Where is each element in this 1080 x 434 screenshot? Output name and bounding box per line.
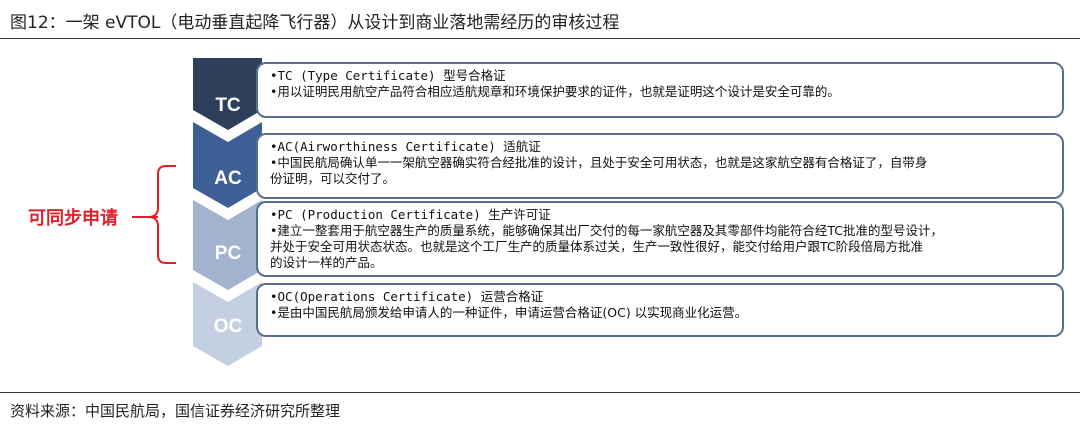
- pc-label: PC: [214, 243, 242, 264]
- sync-dash: [132, 216, 158, 218]
- tc-label: TC: [215, 95, 241, 116]
- pc-heading: •PC (Production Certificate) 生产许可证: [270, 207, 551, 222]
- oc-label: OC: [213, 316, 243, 337]
- tc-heading: •TC (Type Certificate) 型号合格证: [270, 68, 506, 83]
- tc-chevron: [193, 58, 262, 130]
- source-note: 资料来源：中国民航局，国信证券经济研究所整理: [10, 402, 341, 420]
- ac-label: AC: [214, 168, 242, 189]
- tc-box: •TC (Type Certificate) 型号合格证 •用以证明民用航空产品…: [256, 62, 1064, 118]
- ac-heading: •AC(Airworthiness Certificate) 适航证: [270, 139, 541, 154]
- pc-desc-2: 并处于安全可用状态状态。也就是这个工厂生产的质量体系过关，生产一致性很好，能交付…: [270, 239, 924, 254]
- footer-rule: [0, 392, 1080, 393]
- tc-desc-1: •用以证明民用航空产品符合相应适航规章和环境保护要求的证件，也就是证明这个设计是…: [270, 84, 840, 99]
- pc-desc-1: •建立一整套用于航空器生产的质量系统，能够确保其出厂交付的每一家航空器及其零部件…: [270, 223, 944, 238]
- oc-desc-1: •是由中国民航局颁发给申请人的一种证件，申请运营合格证(OC) 以实现商业化运营…: [270, 305, 748, 320]
- pc-box: •PC (Production Certificate) 生产许可证 •建立一整…: [256, 201, 1064, 277]
- sync-label: 可同步申请: [28, 208, 118, 229]
- ac-desc-2: 份证明，可以交付了。: [270, 171, 396, 186]
- pc-desc-3: 的设计一样的产品。: [270, 255, 383, 270]
- oc-box: •OC(Operations Certificate) 运营合格证 •是由中国民…: [256, 283, 1064, 337]
- ac-desc-1: •中国民航局确认单一一架航空器确实符合经批准的设计，且处于安全可用状态，也就是这…: [270, 155, 928, 170]
- ac-chevron: [193, 122, 262, 208]
- oc-heading: •OC(Operations Certificate) 运营合格证: [270, 289, 544, 304]
- ac-box: •AC(Airworthiness Certificate) 适航证 •中国民航…: [256, 133, 1064, 199]
- sync-bracket: [149, 165, 176, 264]
